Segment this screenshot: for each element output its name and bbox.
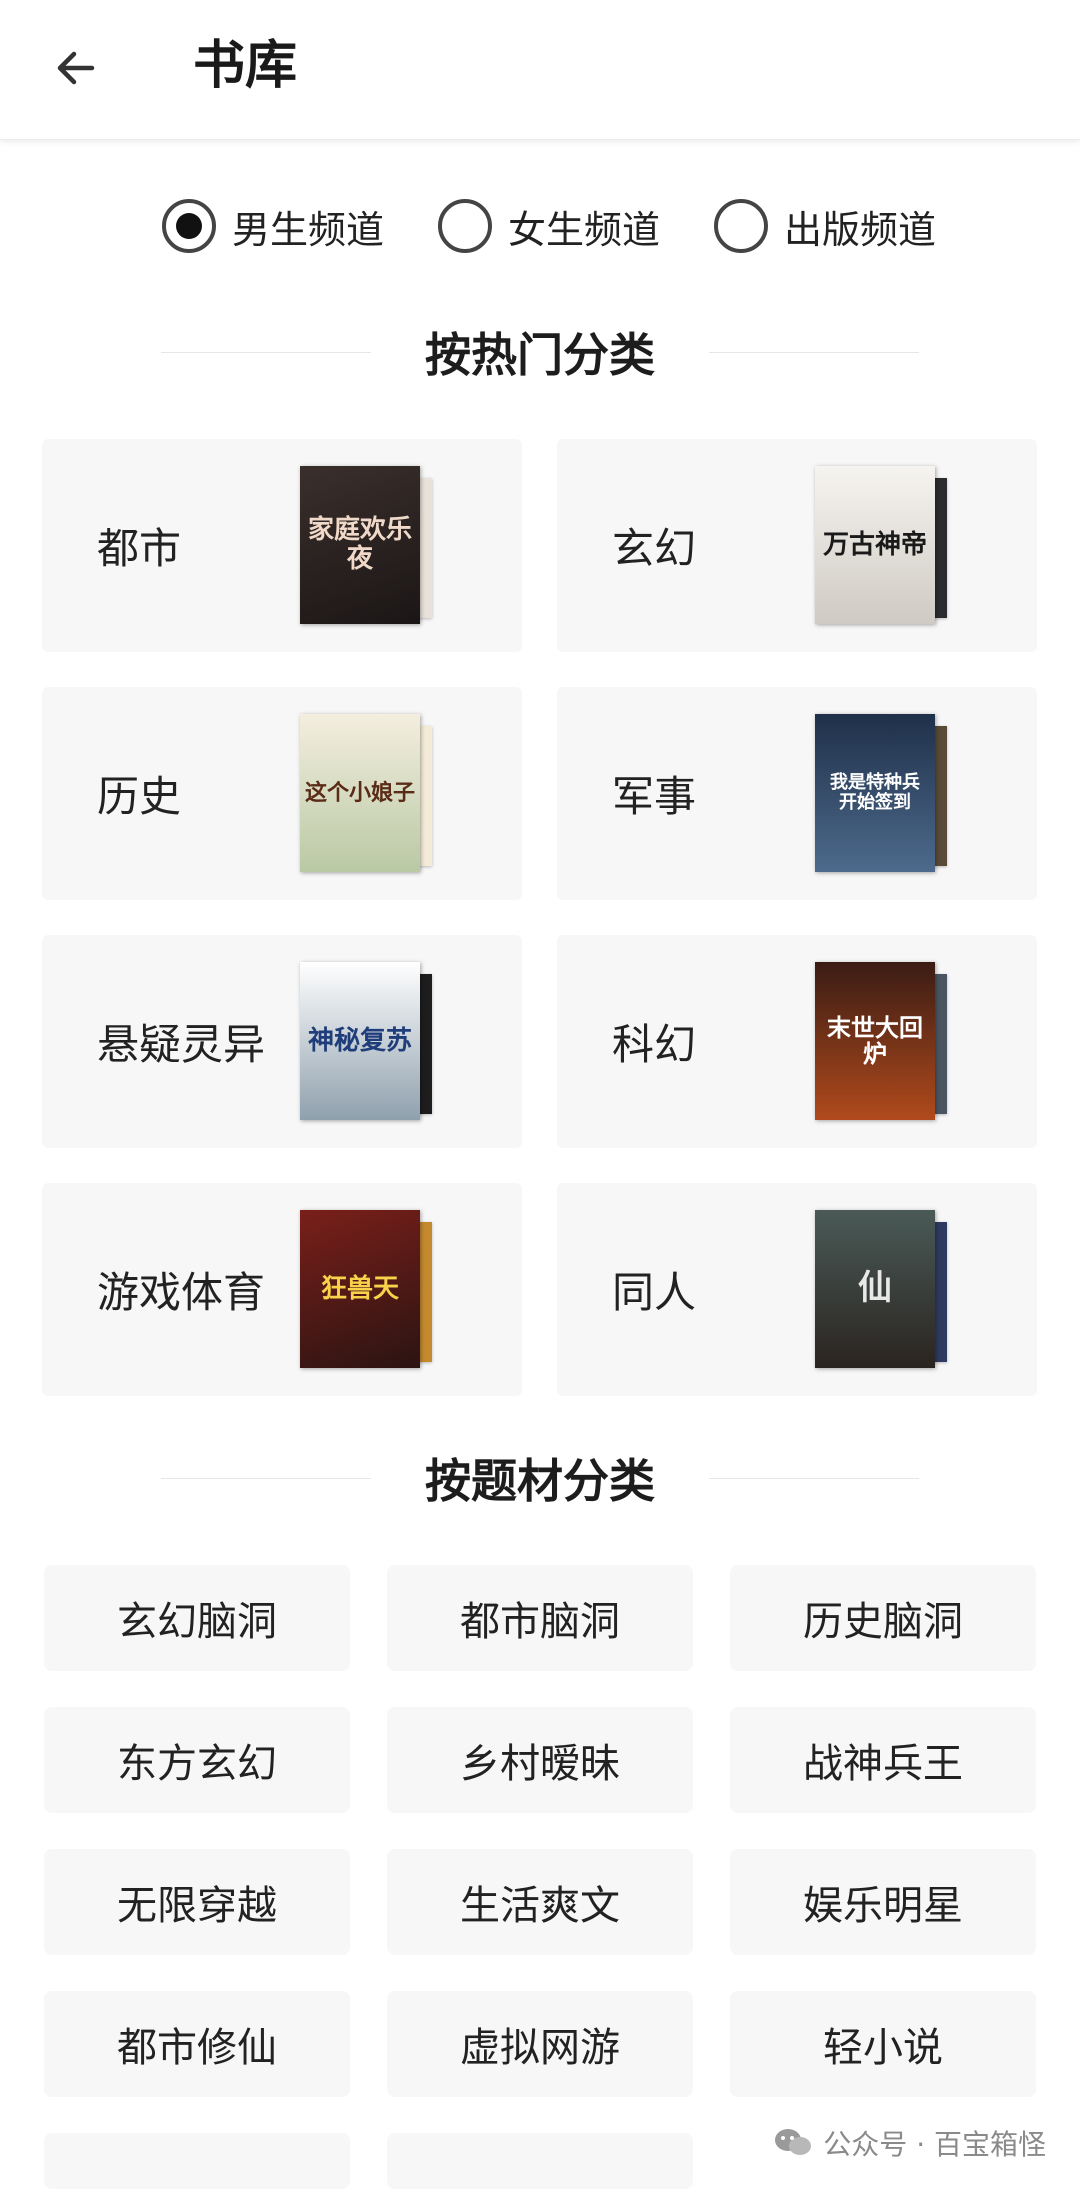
theme-tag-partial[interactable] <box>44 2133 350 2189</box>
channel-label: 男生频道 <box>232 207 385 252</box>
theme-tag[interactable]: 历史脑洞 <box>730 1565 1036 1671</box>
category-name: 科幻 <box>612 1020 697 1069</box>
channel-label: 出版频道 <box>784 207 937 252</box>
channel-label: 女生频道 <box>508 207 661 252</box>
theme-tag[interactable]: 战神兵王 <box>730 1707 1036 1813</box>
category-name: 悬疑灵异 <box>97 1020 266 1069</box>
divider <box>709 351 919 353</box>
category-card-tongren[interactable]: 同人 仙 <box>557 1183 1037 1396</box>
theme-tag[interactable]: 玄幻脑洞 <box>44 1565 350 1671</box>
watermark-text: 公众号 · 百宝箱怪 <box>823 2128 1046 2161</box>
category-name: 同人 <box>612 1268 697 1317</box>
divider <box>161 351 371 353</box>
book-cover: 狂兽天 <box>300 1210 420 1368</box>
radio-unselected-icon <box>438 199 492 253</box>
theme-tag[interactable]: 轻小说 <box>730 1991 1036 2097</box>
wechat-icon <box>775 2129 812 2155</box>
category-name: 游戏体育 <box>97 1268 266 1317</box>
channel-radio-female[interactable]: 女生频道 <box>438 196 660 256</box>
section-title: 按题材分类 <box>425 1454 655 1508</box>
theme-tag[interactable]: 无限穿越 <box>44 1849 350 1955</box>
category-card-kehuan[interactable]: 科幻 末世大回炉 <box>557 935 1037 1148</box>
category-name: 玄幻 <box>612 524 697 573</box>
hot-section-header: 按热门分类 <box>0 317 1080 387</box>
watermark: 公众号 · 百宝箱怪 <box>773 2120 1046 2166</box>
channel-radio-publish[interactable]: 出版频道 <box>714 196 936 256</box>
theme-tag[interactable]: 虚拟网游 <box>387 1991 693 2097</box>
theme-tag[interactable]: 都市修仙 <box>44 1991 350 2097</box>
theme-tag[interactable]: 生活爽文 <box>387 1849 693 1955</box>
book-cover: 家庭欢乐夜 <box>300 466 420 624</box>
divider <box>161 1477 371 1479</box>
category-card-xuanyi[interactable]: 悬疑灵异 神秘复苏 <box>42 935 522 1148</box>
theme-tag[interactable]: 都市脑洞 <box>387 1565 693 1671</box>
arrow-left-icon <box>57 51 95 85</box>
page-title: 书库 <box>193 36 298 96</box>
divider <box>709 1477 919 1479</box>
theme-tag[interactable]: 乡村暧昧 <box>387 1707 693 1813</box>
category-card-youxi[interactable]: 游戏体育 狂兽天 <box>42 1183 522 1396</box>
section-title: 按热门分类 <box>425 328 655 382</box>
theme-tag[interactable]: 东方玄幻 <box>44 1707 350 1813</box>
category-name: 军事 <box>612 772 697 821</box>
theme-tag[interactable]: 娱乐明星 <box>730 1849 1036 1955</box>
book-cover: 我是特种兵 开始签到 <box>815 714 935 872</box>
book-cover: 万古神帝 <box>815 466 935 624</box>
theme-section-header: 按题材分类 <box>0 1443 1080 1513</box>
radio-selected-icon <box>162 199 216 253</box>
radio-unselected-icon <box>714 199 768 253</box>
channel-radio-male[interactable]: 男生频道 <box>162 196 384 256</box>
category-name: 历史 <box>97 772 182 821</box>
book-cover: 这个小娘子 <box>300 714 420 872</box>
category-card-xuanhuan[interactable]: 玄幻 万古神帝 <box>557 439 1037 652</box>
book-cover: 仙 <box>815 1210 935 1368</box>
theme-tag-partial[interactable] <box>387 2133 693 2189</box>
category-card-dushi[interactable]: 都市 家庭欢乐夜 <box>42 439 522 652</box>
category-name: 都市 <box>97 524 182 573</box>
book-cover: 神秘复苏 <box>300 962 420 1120</box>
category-card-junshi[interactable]: 军事 我是特种兵 开始签到 <box>557 687 1037 900</box>
back-button[interactable] <box>44 36 108 100</box>
app-header: 书库 <box>0 0 1080 140</box>
book-cover: 末世大回炉 <box>815 962 935 1120</box>
category-card-lishi[interactable]: 历史 这个小娘子 <box>42 687 522 900</box>
channel-selector: 男生频道 女生频道 出版频道 <box>0 196 1080 256</box>
